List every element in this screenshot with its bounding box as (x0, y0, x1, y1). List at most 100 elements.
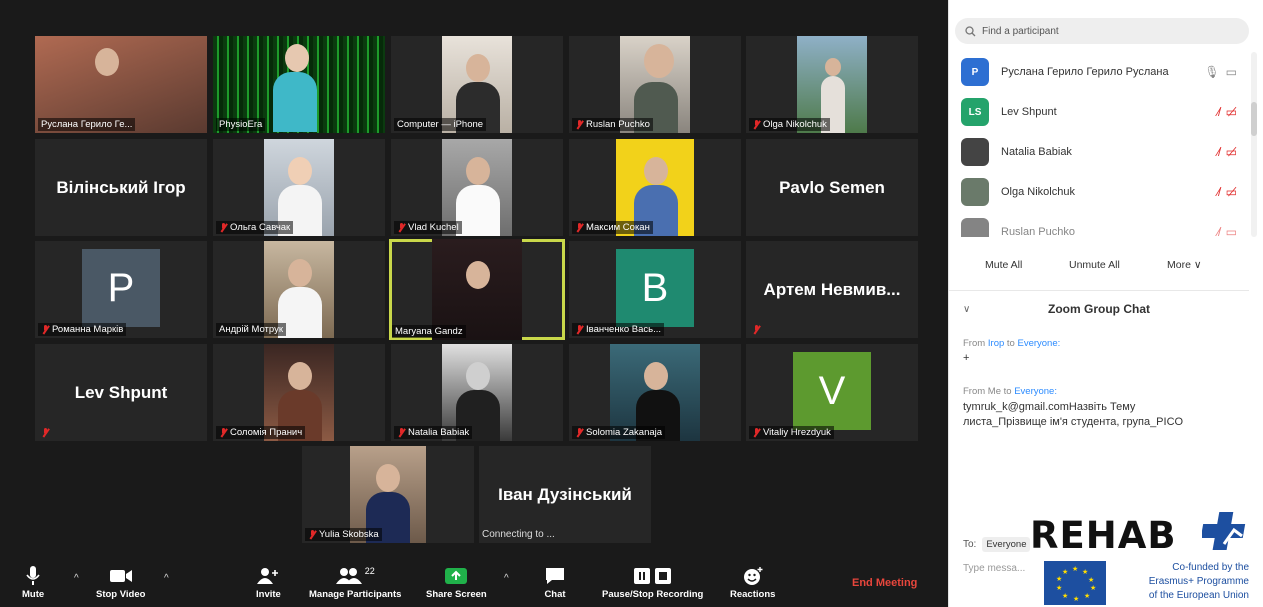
share-options-caret-icon[interactable]: ^ (504, 573, 509, 584)
cofunded-text: Co-funded by the Erasmus+ Programme of t… (1149, 561, 1249, 603)
unmute-all-button[interactable]: Unmute All (1069, 259, 1120, 271)
end-meeting-button[interactable]: End Meeting (852, 577, 917, 589)
microphone-icon[interactable]: 🎙︎ (1204, 65, 1219, 79)
add-person-icon (257, 568, 279, 584)
video-tile[interactable]: Соломія Пранич (213, 344, 385, 441)
mute-all-button[interactable]: Mute All (985, 259, 1022, 271)
participant-name: Романна Марків (52, 324, 124, 335)
chat-label: Chat (544, 589, 566, 600)
video-tile[interactable]: Olga Nikolchuk (746, 36, 918, 133)
participant-big-name: Lev Shpunt (74, 382, 168, 402)
participant-name: Андрій Мотрук (219, 324, 283, 335)
video-tile[interactable]: Vlad Kuchel (391, 139, 563, 236)
avatar (961, 218, 989, 237)
video-tile[interactable]: Pavlo Semen (746, 139, 918, 236)
mic-muted-icon[interactable]: ⁄̸ (1218, 225, 1220, 237)
participant-row[interactable]: Natalia Babiak ⁄̸ ▭̸ (949, 132, 1249, 172)
mic-muted-icon (752, 119, 761, 130)
video-tile[interactable]: Computer — iPhone (391, 36, 563, 133)
video-tile-active-speaker[interactable]: Maryana Gandz (389, 239, 565, 340)
mic-muted-icon (219, 427, 228, 438)
video-tile[interactable]: Андрій Мотрук (213, 241, 385, 338)
participant-big-name: Pavlo Semen (779, 177, 885, 197)
avatar: P (961, 58, 989, 86)
participant-name: Lev Shpunt (1001, 106, 1057, 118)
participant-actions: Mute All Unmute All More ∨ (949, 255, 1249, 277)
mic-muted-icon (575, 119, 584, 130)
eu-flag-icon: ★ ★ ★ ★ ★ ★ ★ ★ ★ ★ (1044, 561, 1106, 605)
participant-search-input[interactable]: Find a participant (955, 18, 1249, 44)
participant-row[interactable]: Olga Nikolchuk ⁄̸ ▭̸ (949, 172, 1249, 212)
video-tile[interactable]: Вілінський Ігор (35, 139, 207, 236)
mute-button[interactable]: Mute (22, 563, 44, 600)
reactions-label: Reactions (730, 589, 776, 600)
participant-name: Natalia Babiak (408, 427, 470, 438)
chat-message-input[interactable]: Type messa... (963, 563, 1025, 574)
participant-name: Computer — iPhone (397, 119, 484, 130)
video-camera-icon[interactable]: ▭ (1226, 65, 1237, 79)
connecting-status: Connecting to ... (482, 529, 555, 540)
share-screen-button[interactable]: Share Screen (426, 563, 487, 600)
avatar-letter: P (82, 249, 160, 327)
video-options-caret-icon[interactable]: ^ (164, 573, 169, 584)
video-tile[interactable]: Максим Сокан (569, 139, 741, 236)
participant-big-name: Артем Невмив... (763, 279, 901, 299)
message-text: tymruk_k@gmail.comНазвіть Тему листа_Прі… (963, 401, 1184, 428)
video-tile[interactable]: PhysioEra (213, 36, 385, 133)
video-tile[interactable]: Руслана Герило Ге... (35, 36, 207, 133)
video-off-icon[interactable]: ▭ (1226, 225, 1237, 237)
video-off-icon[interactable]: ▭̸ (1226, 105, 1237, 119)
invite-button[interactable]: Invite (256, 563, 281, 600)
cofund-line: Co-funded by the (1172, 562, 1249, 573)
mic-muted-icon[interactable]: ⁄̸ (1218, 105, 1220, 119)
reactions-button[interactable]: Reactions (730, 563, 775, 600)
video-tile[interactable]: B Іванченко Вась... (569, 241, 741, 338)
participant-list: P Руслана Герило Герило Руслана 🎙︎ ▭ LS L… (949, 52, 1249, 237)
pause-stop-recording-button[interactable]: Pause/Stop Recording (602, 563, 703, 600)
video-tile[interactable]: Lev Shpunt (35, 344, 207, 441)
video-tile[interactable]: P Романна Марків (35, 241, 207, 338)
participant-big-name: Вілінський Ігор (56, 177, 186, 197)
microphone-icon (26, 566, 40, 585)
recipient-dropdown[interactable]: Everyone (982, 537, 1031, 552)
video-tile[interactable]: Ruslan Puchko (569, 36, 741, 133)
participant-row[interactable]: Ruslan Puchko ⁄̸ ▭ (949, 212, 1249, 237)
mic-muted-icon (752, 325, 761, 335)
message-recipient[interactable]: Everyone: (1014, 386, 1057, 397)
message-from-label: From Me to (963, 386, 1015, 397)
audio-options-caret-icon[interactable]: ^ (74, 573, 79, 584)
mic-muted-icon[interactable]: ⁄̸ (1218, 185, 1220, 199)
video-tile[interactable]: Natalia Babiak (391, 344, 563, 441)
avatar-letter: V (793, 352, 871, 430)
video-off-icon[interactable]: ▭̸ (1226, 185, 1237, 199)
video-tile[interactable]: Yulia Skobska (302, 446, 474, 543)
participants-icon (335, 568, 362, 584)
message-recipient[interactable]: Everyone: (1017, 338, 1060, 349)
mic-muted-icon[interactable]: ⁄̸ (1218, 145, 1220, 159)
participant-list-scrollbar[interactable] (1251, 52, 1257, 237)
participant-name: Іванченко Вась... (586, 324, 662, 335)
manage-participants-button[interactable]: 22 Manage Participants (309, 563, 401, 600)
participant-name: Vitaliy Hrezdyuk (763, 427, 831, 438)
participant-name: Максим Сокан (586, 222, 650, 233)
avatar (961, 178, 989, 206)
video-tile[interactable]: V Vitaliy Hrezdyuk (746, 344, 918, 441)
participant-row[interactable]: LS Lev Shpunt ⁄̸ ▭̸ (949, 92, 1249, 132)
chat-button[interactable]: Chat (544, 563, 566, 600)
manage-participants-label: Manage Participants (309, 589, 402, 600)
message-from-label: From (963, 338, 988, 349)
video-tile[interactable]: Solomia Zakanaja (569, 344, 741, 441)
video-tile[interactable]: Іван Дузінський Connecting to ... (479, 446, 651, 543)
scrollbar-thumb[interactable] (1251, 102, 1257, 136)
video-tile[interactable]: Ольга Савчак (213, 139, 385, 236)
stop-video-button[interactable]: Stop Video (96, 563, 145, 600)
mic-muted-icon (752, 427, 761, 438)
more-button[interactable]: More ∨ (1167, 259, 1202, 271)
video-off-icon[interactable]: ▭̸ (1226, 145, 1237, 159)
search-placeholder: Find a participant (982, 25, 1059, 37)
mic-muted-icon (397, 222, 406, 233)
video-tile[interactable]: Артем Невмив... (746, 241, 918, 338)
message-sender[interactable]: Ігор (988, 338, 1004, 349)
participant-row[interactable]: P Руслана Герило Герило Руслана 🎙︎ ▭ (949, 52, 1249, 92)
rehab-wordmark: REHAB (1030, 514, 1177, 557)
